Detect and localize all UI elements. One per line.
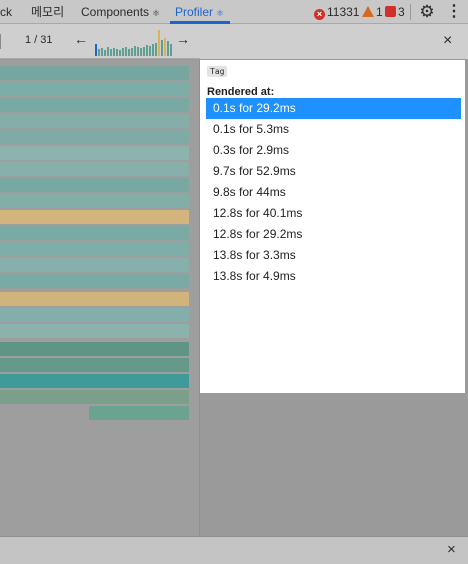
- close-icon[interactable]: ×: [443, 32, 452, 50]
- gear-icon[interactable]: ⚙: [418, 3, 436, 21]
- flame-bar[interactable]: [0, 178, 189, 192]
- issue-icon: [385, 6, 396, 17]
- commit-bar[interactable]: [119, 50, 121, 56]
- next-commit-button[interactable]: →: [176, 31, 190, 47]
- flame-bar[interactable]: [0, 292, 189, 306]
- render-list-item[interactable]: 9.8s for 44ms: [206, 182, 461, 203]
- commit-bar[interactable]: [143, 47, 145, 56]
- warning-counter[interactable]: 1: [362, 5, 383, 19]
- flame-bar[interactable]: [0, 146, 189, 160]
- flame-bar[interactable]: [0, 374, 189, 388]
- render-list-item[interactable]: 0.1s for 5.3ms: [206, 119, 461, 140]
- commit-bar[interactable]: [128, 49, 130, 56]
- render-list-item[interactable]: 13.8s for 4.9ms: [206, 266, 461, 287]
- commit-bar[interactable]: [161, 40, 163, 56]
- commit-counter: 1 / 31: [25, 34, 53, 46]
- render-list: 0.1s for 29.2ms 0.1s for 5.3ms 0.3s for 2.…: [206, 98, 461, 287]
- render-list-item[interactable]: 0.3s for 2.9ms: [206, 140, 461, 161]
- sidebar: Tag Rendered at: 0.1s for 29.2ms 0.1s for…: [200, 60, 468, 536]
- commit-chart[interactable]: [95, 28, 172, 56]
- flame-bar[interactable]: [0, 194, 189, 208]
- warning-count: 1: [376, 5, 383, 19]
- commit-bar[interactable]: [110, 49, 112, 56]
- component-details-card: Tag Rendered at: 0.1s for 29.2ms 0.1s for…: [200, 60, 465, 393]
- commit-bar[interactable]: [167, 41, 169, 56]
- commit-bar[interactable]: [137, 47, 139, 56]
- commit-bar[interactable]: [122, 48, 124, 56]
- commit-bar[interactable]: [125, 47, 127, 56]
- issue-counter[interactable]: 3: [385, 5, 405, 19]
- commit-bar[interactable]: [158, 30, 160, 56]
- react-icon: ⚛: [152, 8, 161, 18]
- flamegraph[interactable]: [0, 60, 199, 536]
- render-list-item[interactable]: 12.8s for 29.2ms: [206, 224, 461, 245]
- commit-bar[interactable]: [107, 47, 109, 56]
- render-list-item[interactable]: 0.1s for 29.2ms: [206, 98, 461, 119]
- error-count: 11331: [327, 5, 360, 19]
- render-list-item[interactable]: 9.7s for 52.9ms: [206, 161, 461, 182]
- toolbar-divider: [0, 34, 1, 49]
- toolbar-divider: [410, 4, 411, 20]
- flame-bar[interactable]: [0, 308, 189, 322]
- flame-bar[interactable]: [0, 274, 189, 288]
- devtools-tab-bar: ck 메모리 Components ⚛ Profiler ⚛ × 11331 1 3 …: [0, 0, 468, 24]
- flame-bar[interactable]: [0, 324, 189, 338]
- flame-bar[interactable]: [0, 242, 189, 256]
- commit-bar[interactable]: [134, 46, 136, 56]
- sidebar-header: ×: [200, 24, 468, 59]
- flame-bar[interactable]: [89, 406, 189, 420]
- previous-commit-button[interactable]: ←: [74, 31, 88, 47]
- component-tag-badge: Tag: [207, 66, 228, 77]
- commit-bar[interactable]: [152, 44, 154, 56]
- flame-bar[interactable]: [0, 82, 189, 96]
- rendered-at-heading: Rendered at:: [207, 86, 275, 98]
- sidebar-title-blurred: [206, 35, 286, 47]
- commit-bar[interactable]: [113, 48, 115, 56]
- tab-profiler-label: Profiler: [175, 5, 214, 19]
- flame-bar[interactable]: [0, 98, 189, 112]
- error-counter[interactable]: × 11331: [314, 5, 360, 20]
- commit-bar[interactable]: [170, 44, 172, 56]
- flame-bar[interactable]: [0, 114, 189, 128]
- tab-memory[interactable]: 메모리: [31, 0, 64, 24]
- error-icon: ×: [314, 9, 325, 20]
- flame-bar[interactable]: [0, 258, 189, 272]
- commit-bar[interactable]: [155, 43, 157, 56]
- commit-bar[interactable]: [101, 48, 103, 56]
- flame-bar[interactable]: [0, 226, 189, 240]
- render-list-item[interactable]: 13.8s for 3.3ms: [206, 245, 461, 266]
- warning-icon: [362, 6, 374, 17]
- commit-bar[interactable]: [140, 48, 142, 56]
- close-icon[interactable]: ×: [447, 541, 456, 558]
- render-list-item[interactable]: 12.8s for 40.1ms: [206, 203, 461, 224]
- flame-bar[interactable]: [0, 358, 189, 372]
- tab-partial[interactable]: ck: [0, 0, 12, 24]
- flame-bar[interactable]: [0, 342, 189, 356]
- flame-bar[interactable]: [0, 66, 189, 80]
- react-icon: ⚛: [216, 8, 225, 18]
- commit-bar[interactable]: [98, 49, 100, 56]
- commit-bar[interactable]: [116, 49, 118, 56]
- console-drawer: ×: [0, 536, 468, 564]
- flame-bar[interactable]: [0, 390, 189, 404]
- issue-count: 3: [398, 5, 405, 19]
- tab-components-label: Components: [81, 5, 150, 19]
- flame-bar[interactable]: [0, 162, 189, 176]
- flame-bar[interactable]: [0, 130, 189, 144]
- commit-bar[interactable]: [95, 44, 97, 56]
- commit-bar[interactable]: [146, 45, 148, 56]
- commit-bar[interactable]: [104, 50, 106, 56]
- flame-bar[interactable]: [0, 210, 189, 224]
- commit-bar[interactable]: [149, 46, 151, 56]
- tab-components[interactable]: Components ⚛: [81, 0, 160, 24]
- commit-bar[interactable]: [131, 48, 133, 56]
- commit-bar[interactable]: [164, 38, 166, 56]
- kebab-menu-icon[interactable]: ⋮: [446, 3, 462, 21]
